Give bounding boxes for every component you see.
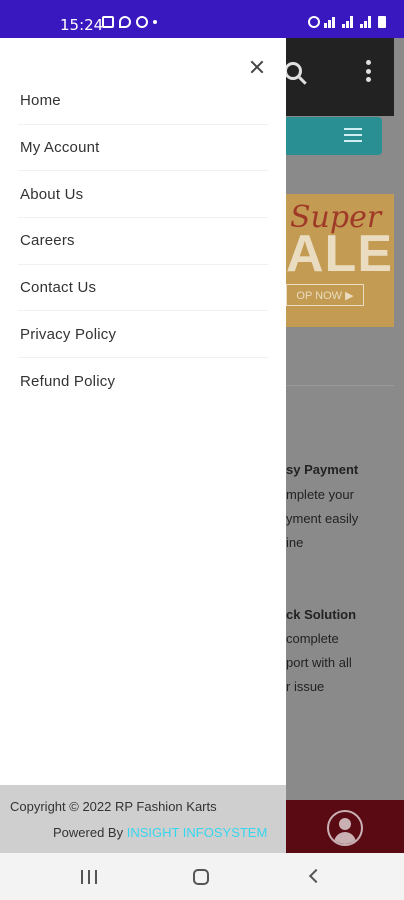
app-top-bar (286, 38, 394, 116)
menu-item-privacy-policy[interactable]: Privacy Policy (18, 311, 268, 359)
menu-item-home[interactable]: Home (18, 78, 268, 125)
powered-by-prefix: Powered By (53, 825, 127, 840)
powered-by-text: Powered By INSIGHT INFOSYSTEM (53, 825, 267, 840)
wifi-icon (324, 16, 338, 28)
menu-item-refund-policy[interactable]: Refund Policy (18, 358, 268, 405)
shop-now-button[interactable]: OP NOW ▶ (286, 284, 364, 306)
powered-by-link[interactable]: INSIGHT INFOSYSTEM (127, 825, 268, 840)
user-account-icon[interactable] (327, 810, 363, 846)
drawer-footer: Copyright © 2022 RP Fashion Karts Powere… (0, 785, 286, 853)
more-vert-icon[interactable] (366, 60, 372, 82)
location-icon (119, 16, 131, 28)
status-right-icons (308, 16, 386, 28)
alarm-icon (308, 16, 320, 28)
search-icon[interactable] (284, 62, 302, 80)
app-category-bar (286, 117, 382, 155)
feature-title: sy Payment (286, 462, 359, 477)
copyright-text: Copyright © 2022 RP Fashion Karts (10, 799, 217, 814)
menu-item-my-account[interactable]: My Account (18, 125, 268, 172)
banner-title-line2: ALE (286, 225, 393, 283)
status-time: 15:24 (60, 16, 104, 34)
feature-text: port with all (286, 655, 352, 670)
feature-text: mplete your (286, 487, 354, 502)
menu-item-careers[interactable]: Careers (18, 218, 268, 265)
close-icon[interactable] (246, 56, 268, 78)
hamburger-menu-icon[interactable] (344, 128, 362, 142)
home-icon[interactable] (193, 869, 209, 885)
feature-text: yment easily (286, 511, 359, 526)
signal-icon (342, 16, 356, 28)
drawer-menu: Home My Account About Us Careers Contact… (18, 78, 268, 405)
menu-item-about-us[interactable]: About Us (18, 171, 268, 219)
signal-icon (360, 16, 374, 28)
menu-item-contact-us[interactable]: Contact Us (18, 265, 268, 312)
feature-title: ck Solution (286, 607, 357, 622)
whatsapp-icon (136, 16, 148, 28)
status-left-icons (102, 16, 157, 28)
status-bar: 15:24 (0, 0, 404, 38)
dot-icon (153, 20, 157, 24)
recents-icon[interactable] (81, 870, 97, 884)
back-icon[interactable] (308, 868, 324, 884)
navigation-drawer: Home My Account About Us Careers Contact… (0, 38, 286, 853)
system-nav-bar (0, 853, 404, 900)
gallery-icon (102, 16, 114, 28)
battery-icon (378, 16, 386, 28)
feature-text: complete (286, 631, 339, 646)
feature-text: ine (286, 535, 304, 550)
feature-text: r issue (286, 679, 325, 694)
divider (286, 385, 394, 386)
